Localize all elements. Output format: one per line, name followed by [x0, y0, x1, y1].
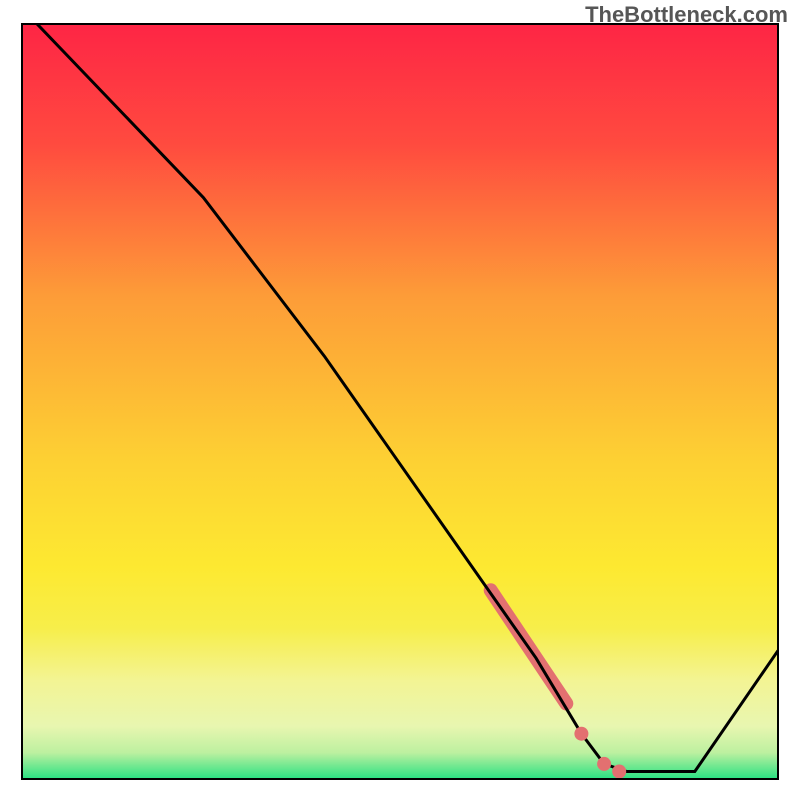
bottleneck-chart	[0, 0, 800, 800]
chart-container: TheBottleneck.com	[0, 0, 800, 800]
highlight-dot	[597, 757, 611, 771]
highlight-dot	[612, 765, 626, 779]
highlight-dot	[574, 727, 588, 741]
gradient-background	[22, 24, 778, 779]
